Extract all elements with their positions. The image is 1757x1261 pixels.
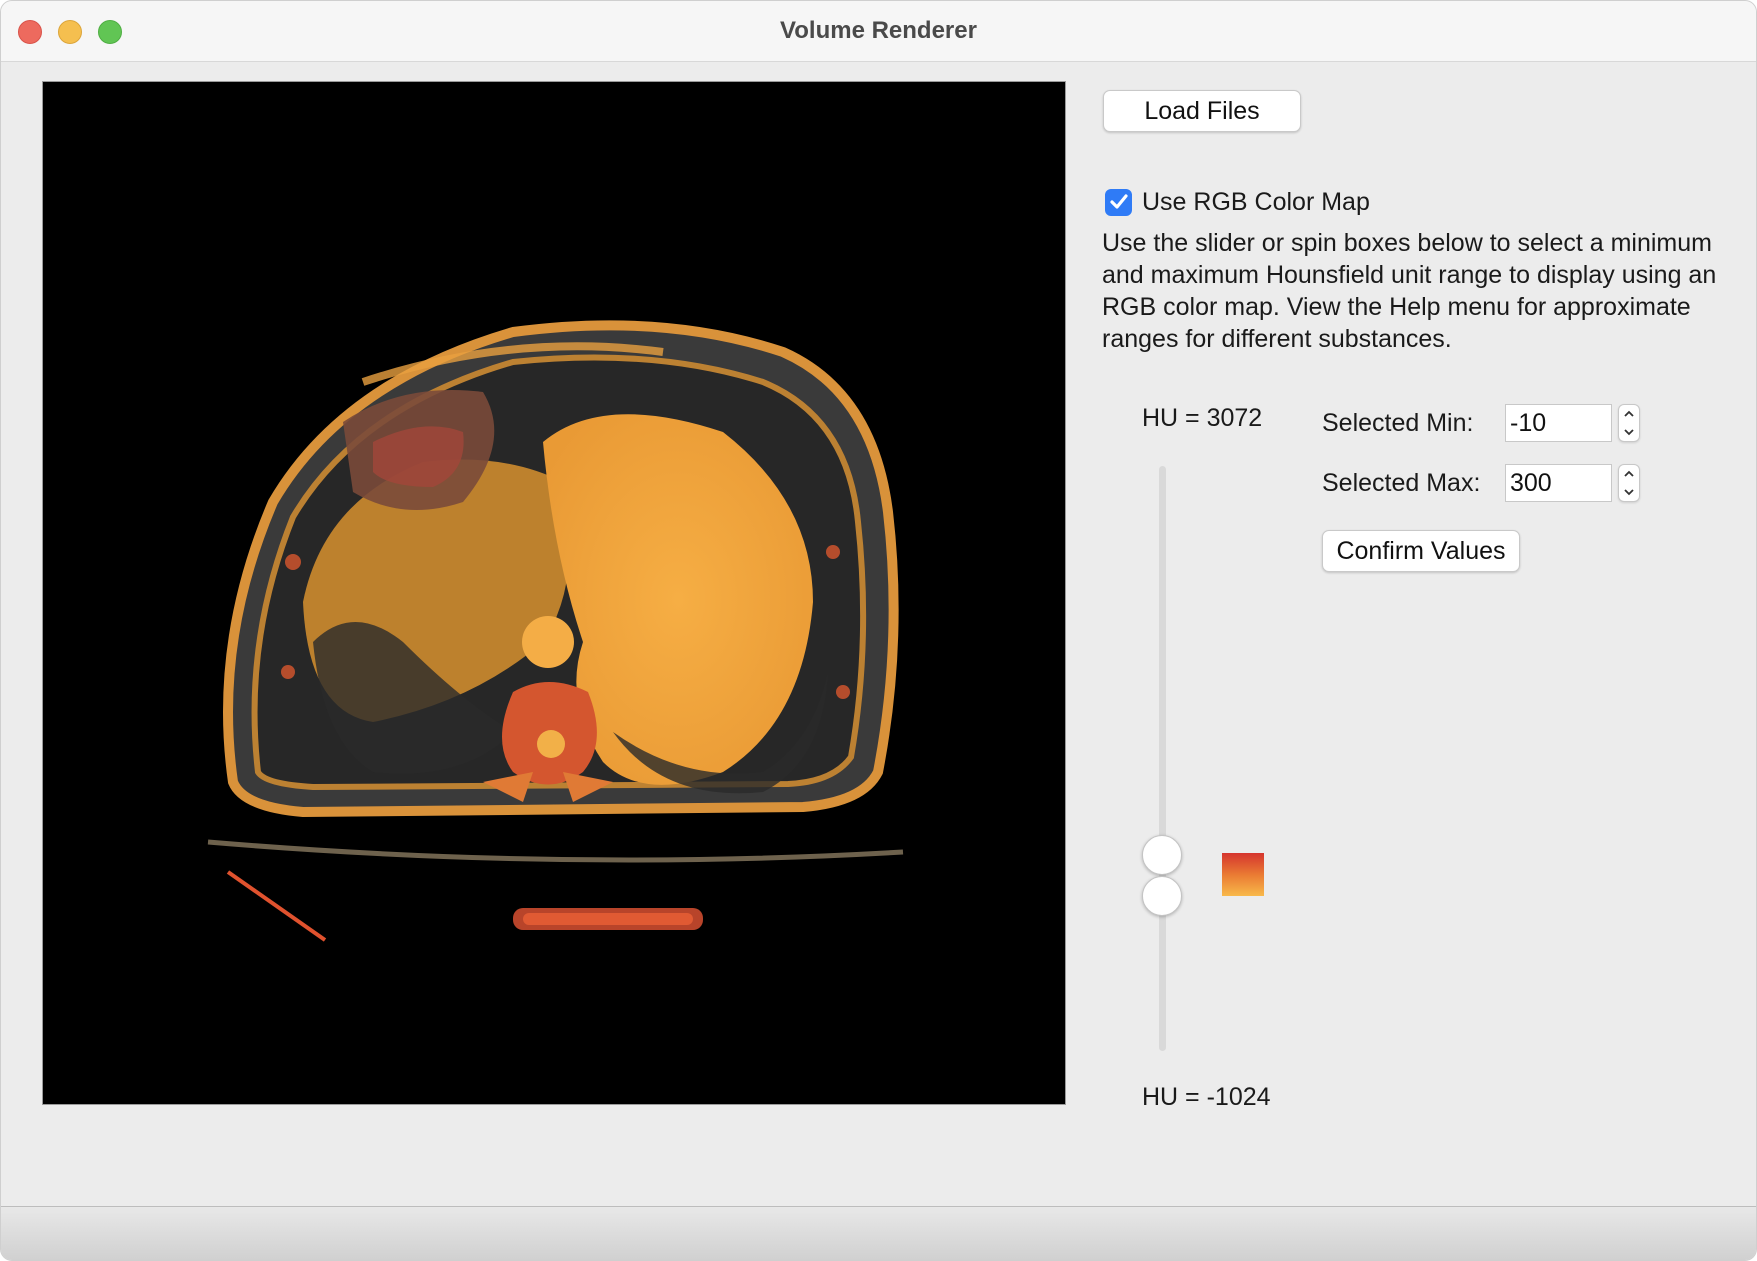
color-map-swatch xyxy=(1222,853,1264,896)
confirm-values-button[interactable]: Confirm Values xyxy=(1322,530,1520,572)
rgb-color-map-label: Use RGB Color Map xyxy=(1142,187,1370,216)
selected-max-stepper[interactable] xyxy=(1618,464,1640,502)
title-bar: Volume Renderer xyxy=(1,1,1756,62)
chevron-up-icon[interactable] xyxy=(1619,405,1639,423)
chevron-up-icon[interactable] xyxy=(1619,465,1639,483)
checkmark-icon xyxy=(1109,194,1128,209)
ct-slice-viewer[interactable] xyxy=(42,81,1066,1105)
chevron-down-icon[interactable] xyxy=(1619,423,1639,441)
selected-min-stepper[interactable] xyxy=(1618,404,1640,442)
chevron-down-icon[interactable] xyxy=(1619,483,1639,501)
selected-max-input[interactable]: 300 xyxy=(1505,464,1612,502)
rgb-color-map-toggle[interactable]: Use RGB Color Map xyxy=(1105,187,1370,217)
hu-range-slider-track[interactable] xyxy=(1159,466,1166,1051)
load-files-button[interactable]: Load Files xyxy=(1103,90,1301,132)
hu-max-label: HU = 3072 xyxy=(1142,404,1263,432)
hu-range-max-handle[interactable] xyxy=(1142,835,1182,875)
selected-min-label: Selected Min: xyxy=(1322,409,1474,437)
hu-min-label: HU = -1024 xyxy=(1142,1083,1271,1111)
ct-slice-image xyxy=(207,320,904,942)
hu-range-min-handle[interactable] xyxy=(1142,876,1182,916)
app-window: Volume Renderer Load Files Use RGB Color… xyxy=(0,0,1757,1261)
status-bar xyxy=(1,1206,1756,1260)
selected-min-input[interactable]: -10 xyxy=(1505,404,1612,442)
window-title: Volume Renderer xyxy=(780,17,977,44)
instructions-text: Use the slider or spin boxes below to se… xyxy=(1102,229,1717,353)
rgb-color-map-checkbox[interactable] xyxy=(1105,188,1132,216)
selected-max-label: Selected Max: xyxy=(1322,469,1481,497)
